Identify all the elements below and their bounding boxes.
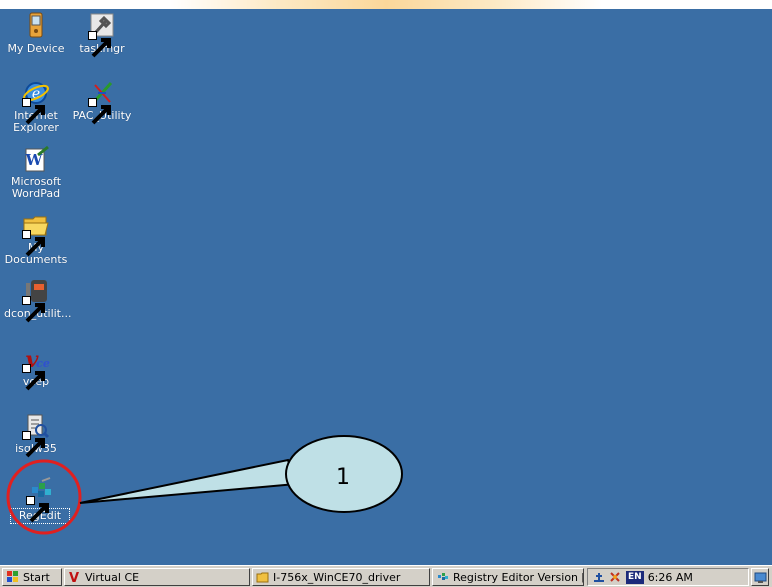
language-indicator[interactable]: EN	[626, 570, 644, 584]
clock[interactable]: 6:26 AM	[648, 571, 693, 584]
my-device-icon	[22, 12, 50, 40]
vcep-icon: v ce	[22, 345, 50, 391]
internet-explorer-icon: e	[22, 79, 50, 125]
callout-number: 1	[336, 465, 350, 490]
shortcut-arrow-icon	[22, 230, 45, 257]
desktop-icon	[754, 571, 767, 584]
desktop-icon-pac-utility[interactable]: PAC_Utility	[70, 79, 134, 125]
taskbar-button-registry-editor[interactable]: Registry Editor Version [1.2...	[432, 568, 584, 586]
desktop-toggle-button[interactable]	[751, 568, 769, 586]
shortcut-arrow-icon	[22, 296, 45, 323]
desktop-icon-dcon-utility[interactable]: dcon_utilit...	[4, 277, 72, 323]
taskbar-button-virtual-ce[interactable]: V Virtual CE	[64, 568, 250, 586]
pac-utility-icon	[88, 79, 116, 125]
my-documents-icon	[22, 211, 50, 257]
shortcut-arrow-icon	[22, 364, 45, 391]
regedit-icon	[26, 477, 54, 523]
top-strip	[0, 0, 772, 9]
dcon-utility-icon	[22, 277, 50, 323]
start-button[interactable]: Start	[2, 568, 62, 586]
wordpad-icon: W	[22, 145, 50, 173]
regedit-icon	[436, 570, 450, 584]
desktop-icon-internet-explorer[interactable]: e Internet Explorer	[4, 79, 68, 134]
desktop-icon-my-device[interactable]: My Device	[4, 12, 68, 55]
desktop-icon-my-documents[interactable]: My Documents	[4, 211, 68, 266]
taskbar-button-driver-folder[interactable]: I-756x_WinCE70_driver	[252, 568, 430, 586]
taskmgr-icon	[88, 12, 116, 58]
desktop-icon-vcep[interactable]: v ce vcep	[4, 345, 68, 391]
desktop-icon-wordpad[interactable]: W Microsoft WordPad	[4, 145, 68, 200]
desktop-icon-taskmgr[interactable]: taskmgr	[70, 12, 134, 58]
usb-icon[interactable]	[608, 570, 622, 584]
desktop-icon-regedit[interactable]: RegEdit	[10, 477, 70, 524]
taskbar: Start V Virtual CE I-756x_WinCE70_driver…	[0, 565, 772, 587]
shortcut-arrow-icon	[22, 98, 45, 125]
svg-text:V: V	[69, 571, 79, 584]
shortcut-arrow-icon	[88, 98, 111, 125]
folder-icon	[256, 570, 270, 584]
isqlw35-icon	[22, 412, 50, 458]
shortcut-arrow-icon	[22, 431, 45, 458]
desktop-icon-isqlw35[interactable]: isqlw35	[4, 412, 68, 458]
shortcut-arrow-icon	[88, 31, 111, 58]
virtual-ce-icon: V	[68, 570, 82, 584]
system-tray: EN 6:26 AM	[587, 568, 749, 586]
desktop[interactable]: My Device taskmgr e Internet Explorer PA…	[0, 9, 772, 565]
network-icon[interactable]	[592, 570, 606, 584]
windows-logo-icon	[6, 570, 20, 584]
shortcut-arrow-icon	[26, 496, 49, 523]
